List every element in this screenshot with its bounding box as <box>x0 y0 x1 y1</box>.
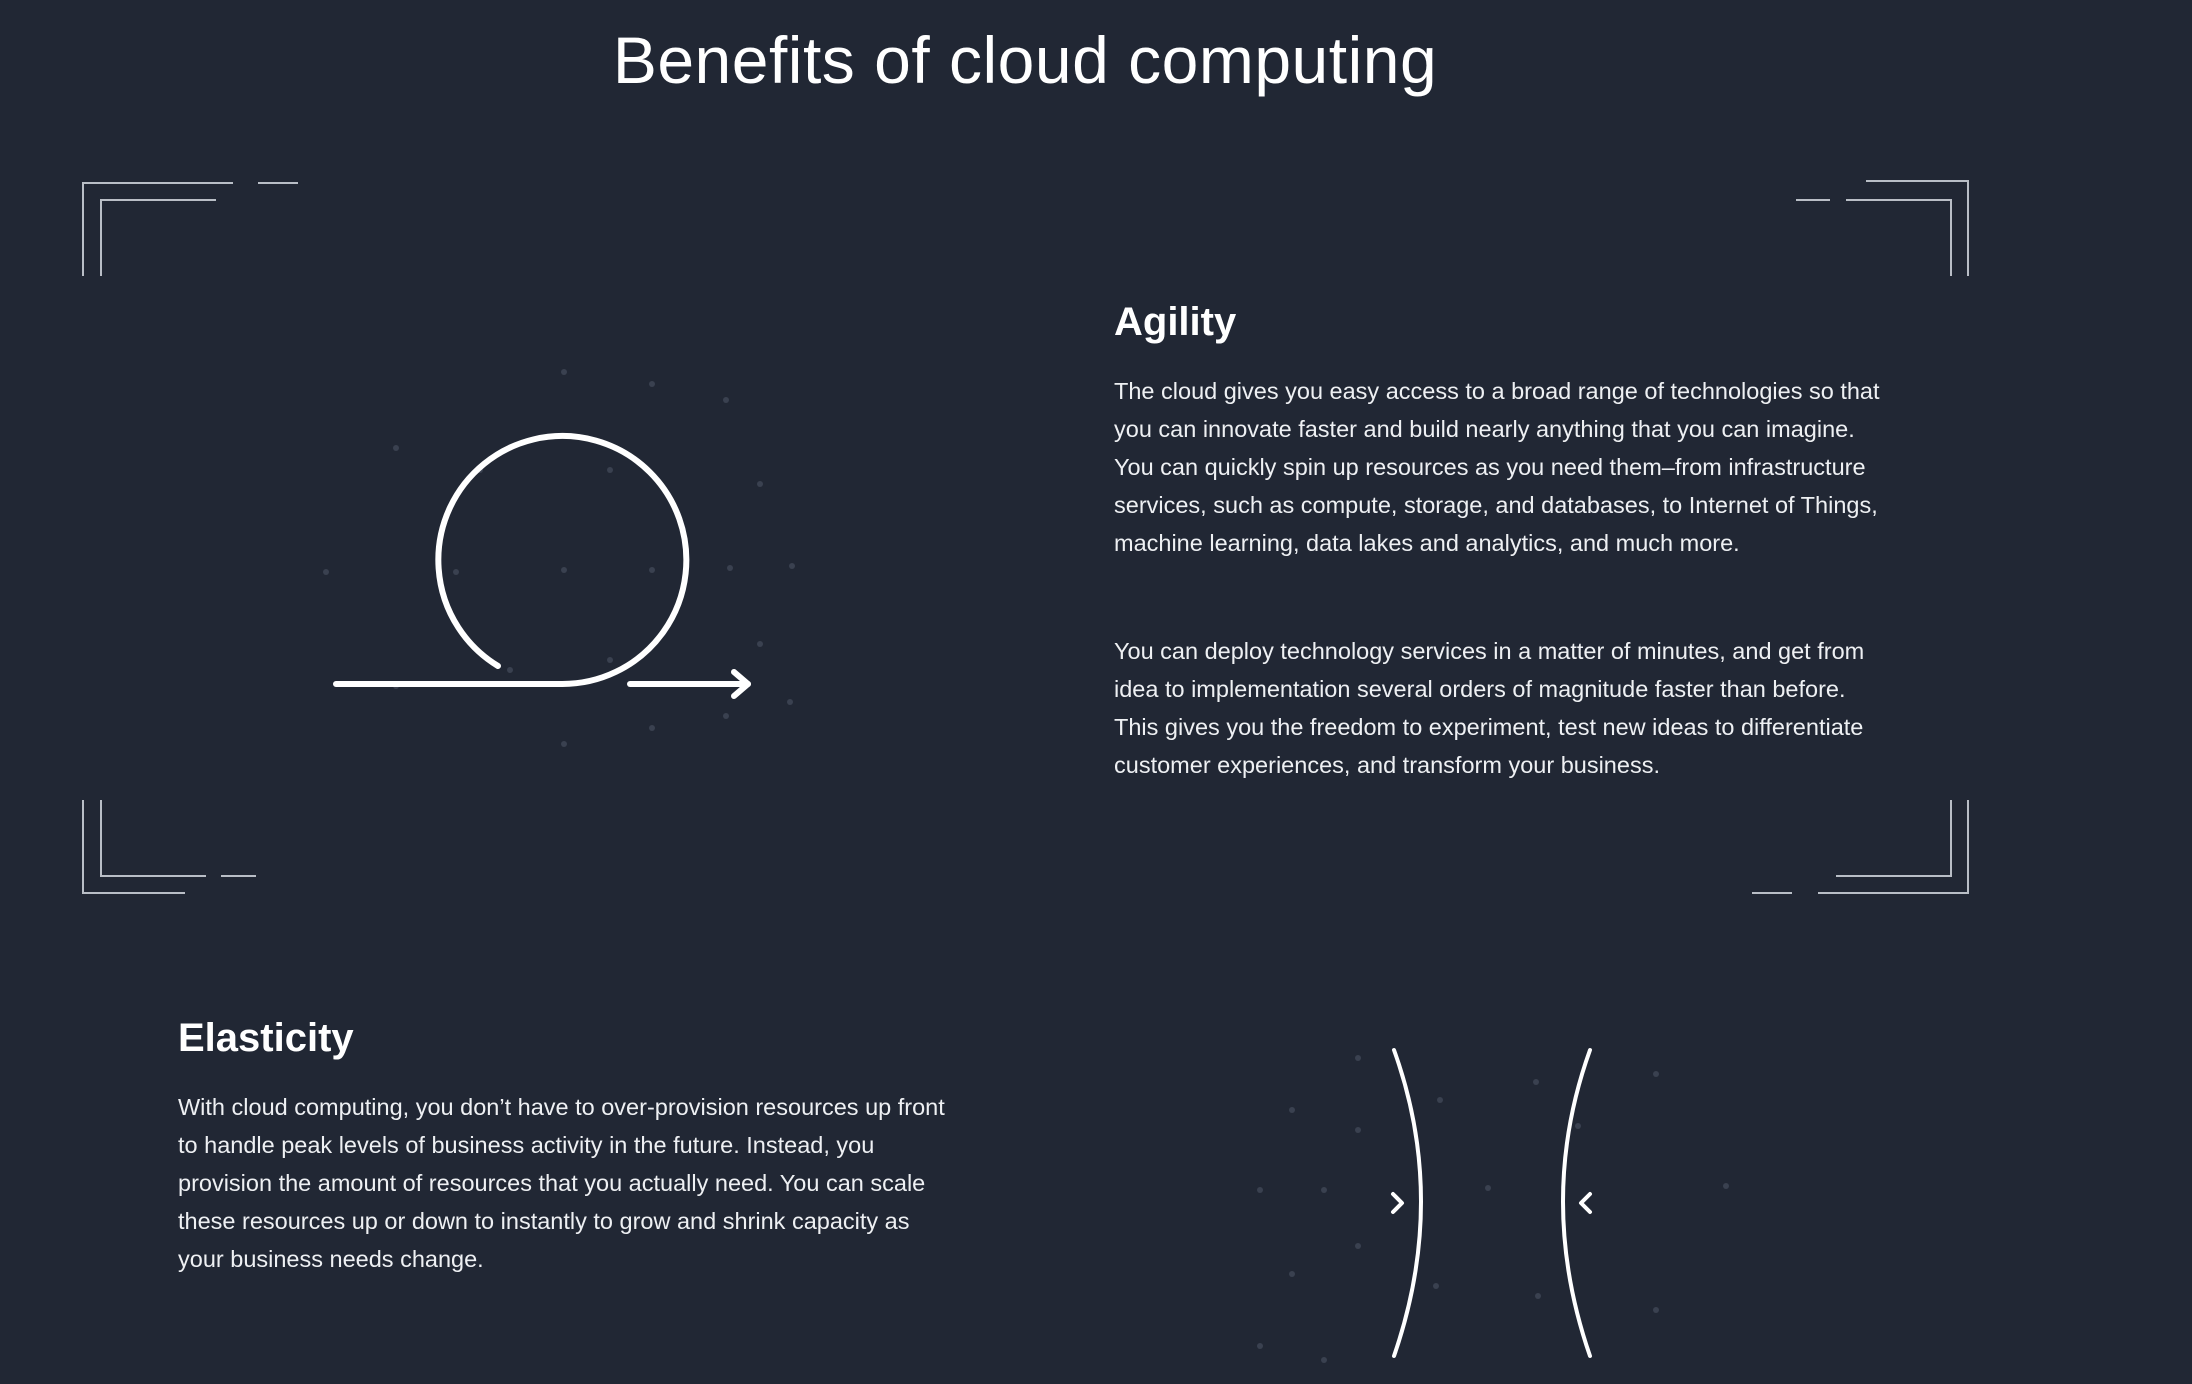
section-heading-agility: Agility <box>1114 300 1237 344</box>
section-heading-elasticity: Elasticity <box>178 1016 354 1060</box>
agility-paragraph: The cloud gives you easy access to a bro… <box>1114 378 1880 556</box>
loop-arrow-icon <box>323 369 795 747</box>
dot-grid <box>1257 1055 1729 1363</box>
frame-corner-bottom-left <box>82 800 256 894</box>
agility-paragraph: You can deploy technology services in a … <box>1114 638 1865 778</box>
chevron-right-icon <box>1391 1192 1404 1214</box>
left-bracket-icon <box>1392 1048 1423 1358</box>
frame-corner-bottom-right <box>1752 800 1969 894</box>
frame-corner-top-left <box>82 182 298 276</box>
chevron-left-icon <box>1579 1192 1592 1214</box>
right-bracket-icon <box>1561 1048 1592 1358</box>
elasticity-paragraph: With cloud computing, you don’t have to … <box>178 1094 945 1272</box>
scale-brackets-icon <box>1257 1048 1729 1363</box>
frame-corner-top-right <box>1796 180 1969 276</box>
dot-grid <box>323 369 795 747</box>
page-title: Benefits of cloud computing <box>612 23 1438 97</box>
